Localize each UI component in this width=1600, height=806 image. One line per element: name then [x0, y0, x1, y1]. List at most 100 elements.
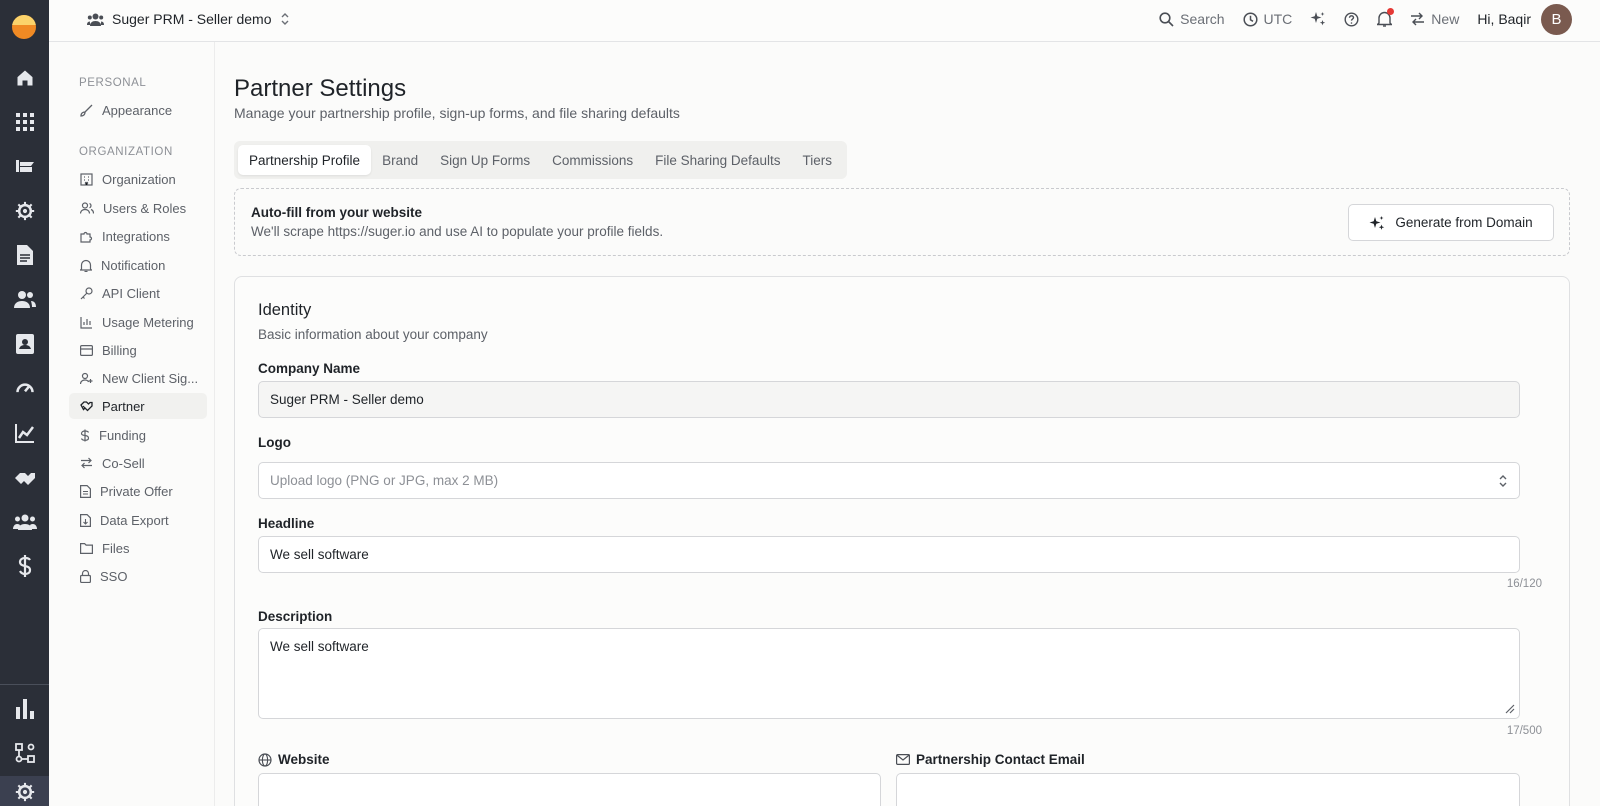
marketplace-icon[interactable] [0, 146, 49, 186]
nav-label: Usage Metering [102, 314, 194, 330]
brush-icon [80, 104, 93, 117]
headline-input[interactable]: We sell software [258, 536, 1520, 573]
tab-partnership-profile[interactable]: Partnership Profile [238, 145, 372, 175]
nav-item-funding[interactable]: Funding [69, 422, 207, 448]
nav-label: Users & Roles [103, 200, 187, 216]
nav-item-sso[interactable]: SSO [69, 563, 207, 589]
nav-item-notification[interactable]: Notification [69, 252, 207, 278]
ai-sparkle-button[interactable] [1310, 11, 1326, 27]
nav-label: API Client [102, 285, 160, 301]
document-icon[interactable] [0, 235, 49, 275]
contacts-icon[interactable] [0, 279, 49, 319]
avatar[interactable]: B [1541, 3, 1572, 35]
identity-subtitle: Basic information about your company [258, 327, 488, 342]
nav-label: Data Export [100, 512, 169, 528]
logo-placeholder: Upload logo (PNG or JPG, max 2 MB) [270, 473, 499, 488]
bar-chart-icon [80, 316, 92, 329]
headline-char-counter: 16/120 [1506, 578, 1542, 590]
logo-upload-select[interactable]: Upload logo (PNG or JPG, max 2 MB) [258, 462, 1520, 499]
nav-label: Files [102, 540, 130, 556]
suger-logo-icon[interactable] [12, 15, 36, 39]
page-title: Partner Settings [234, 75, 407, 102]
page-subtitle: Manage your partnership profile, sign-up… [234, 105, 680, 121]
tab-file-sharing-defaults[interactable]: File Sharing Defaults [644, 145, 791, 175]
nav-item-appearance[interactable]: Appearance [69, 97, 207, 123]
resize-handle-icon[interactable] [1505, 704, 1515, 714]
tab-brand[interactable]: Brand [371, 145, 429, 175]
help-button[interactable] [1344, 11, 1359, 27]
nav-item-organization[interactable]: Organization [69, 166, 207, 192]
label-text: Headline [258, 516, 315, 531]
nav-item-billing[interactable]: Billing [69, 337, 207, 363]
reports-bar-icon[interactable] [0, 689, 49, 729]
identity-card: Identity Basic information about your co… [234, 276, 1570, 806]
tab-sign-up-forms[interactable]: Sign Up Forms [429, 145, 541, 175]
sparkle-icon [1369, 215, 1385, 230]
handshake-rail-icon[interactable] [0, 457, 49, 497]
workflow-icon[interactable] [0, 733, 49, 773]
nav-item-co-sell[interactable]: Co-Sell [69, 450, 207, 476]
nav-item-files[interactable]: Files [69, 535, 207, 561]
main-content: Partner Settings Manage your partnership… [234, 42, 1600, 806]
nav-label: Funding [99, 427, 146, 443]
generate-from-domain-button[interactable]: Generate from Domain [1348, 204, 1554, 241]
tab-tiers[interactable]: Tiers [791, 145, 843, 175]
search-icon [1159, 11, 1174, 27]
app-rail [0, 0, 49, 806]
nav-item-partner[interactable]: Partner [69, 393, 207, 419]
section-header-personal: PERSONAL [79, 77, 147, 89]
chevron-up-down-icon [281, 13, 289, 25]
timezone-label: UTC [1263, 11, 1293, 27]
nav-item-private-offer[interactable]: Private Offer [69, 478, 207, 504]
website-label: Website [258, 752, 330, 767]
notification-dot [1387, 8, 1395, 15]
description-textarea[interactable]: We sell software [258, 628, 1520, 719]
partnership-contact-email-input[interactable] [896, 773, 1520, 806]
speedometer-icon[interactable] [0, 368, 49, 408]
nav-label: Co-Sell [102, 455, 145, 471]
new-button[interactable]: New [1410, 11, 1459, 27]
apps-grid-icon[interactable] [0, 102, 49, 142]
clock-icon [1242, 11, 1258, 27]
generate-button-label: Generate from Domain [1395, 215, 1533, 230]
lock-icon [80, 569, 91, 583]
nav-item-new-client-signup[interactable]: New Client Sig... [69, 365, 207, 391]
rail-divider [0, 684, 49, 685]
dollar-icon [80, 429, 90, 441]
nav-item-usage-metering[interactable]: Usage Metering [69, 309, 207, 335]
team-icon[interactable] [0, 502, 49, 542]
website-input[interactable] [258, 773, 881, 806]
contact-book-icon[interactable] [0, 324, 49, 364]
nav-item-integrations[interactable]: Integrations [69, 223, 207, 249]
tab-commissions[interactable]: Commissions [541, 145, 644, 175]
company-name-input[interactable]: Suger PRM - Seller demo [258, 381, 1520, 418]
nav-label: Private Offer [100, 483, 173, 499]
home-icon[interactable] [0, 58, 49, 98]
dollar-rail-icon[interactable] [0, 546, 49, 586]
analytics-icon[interactable] [0, 413, 49, 453]
section-header-organization: ORGANIZATION [79, 146, 173, 158]
nav-item-data-export[interactable]: Data Export [69, 507, 207, 533]
user-greeting[interactable]: Hi, Baqir [1477, 11, 1531, 27]
partnership-contact-email-label: Partnership Contact Email [896, 752, 1085, 767]
org-users-icon [87, 13, 104, 26]
autofill-banner: Auto-fill from your website We'll scrape… [234, 188, 1570, 256]
logo-label: Logo [258, 435, 291, 450]
folder-icon [80, 542, 93, 554]
timezone-button[interactable]: UTC [1242, 11, 1293, 27]
notifications-button[interactable] [1377, 8, 1395, 27]
nav-item-users-roles[interactable]: Users & Roles [69, 195, 207, 221]
label-text: Company Name [258, 361, 361, 376]
search-button[interactable]: Search [1159, 11, 1225, 27]
description-label: Description [258, 609, 332, 624]
identity-title: Identity [258, 301, 312, 319]
nav-item-api-client[interactable]: API Client [69, 280, 207, 306]
nav-label: Organization [102, 171, 176, 187]
headline-value: We sell software [270, 547, 369, 562]
org-switcher[interactable]: Suger PRM - Seller demo [87, 0, 290, 38]
help-circle-icon [1344, 11, 1359, 27]
top-bar: Suger PRM - Seller demo Search UTC New H… [49, 0, 1600, 42]
settings-gear-icon[interactable] [0, 191, 49, 231]
settings-active-icon[interactable] [0, 776, 49, 806]
mail-icon [896, 754, 910, 765]
